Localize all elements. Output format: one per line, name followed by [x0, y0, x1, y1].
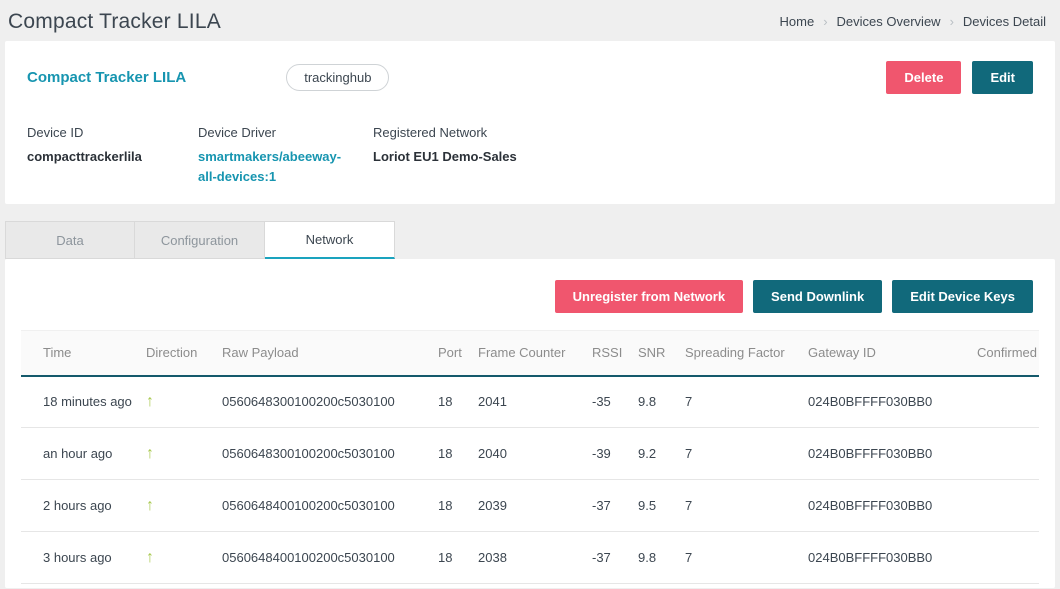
cell-confirmed	[955, 480, 1039, 532]
direction-up-icon: ↑	[146, 480, 222, 532]
cell-rssi: -39	[592, 428, 638, 480]
tab-bar: Data Configuration Network	[5, 221, 1055, 259]
chevron-right-icon: ›	[823, 14, 827, 29]
breadcrumb-devices-detail: Devices Detail	[963, 14, 1046, 29]
direction-up-icon: ↑	[146, 532, 222, 584]
page-title: Compact Tracker LILA	[8, 10, 221, 34]
table-row[interactable]: 2 hours ago ↑ 0560648400100200c5030100 1…	[21, 480, 1039, 532]
col-rssi: RSSI	[592, 331, 638, 376]
tab-configuration[interactable]: Configuration	[135, 221, 265, 259]
cell-gateway-id: 024B0BFFFF030BB0	[808, 480, 955, 532]
cell-time: 18 minutes ago	[21, 376, 146, 428]
cell-confirmed	[955, 532, 1039, 584]
edit-device-keys-button[interactable]: Edit Device Keys	[892, 280, 1033, 313]
network-panel: Unregister from Network Send Downlink Ed…	[5, 259, 1055, 588]
cell-frame-counter: 2040	[478, 428, 592, 480]
cell-time: 3 hours ago	[21, 532, 146, 584]
cell-port: 18	[438, 480, 478, 532]
breadcrumb-home[interactable]: Home	[780, 14, 815, 29]
cell-snr: 9.2	[638, 428, 685, 480]
device-driver-label: Device Driver	[198, 125, 373, 140]
cell-port: 18	[438, 532, 478, 584]
cell-port: 18	[438, 428, 478, 480]
cell-snr: 9.5	[638, 480, 685, 532]
cell-spreading-factor: 7	[685, 376, 808, 428]
cell-spreading-factor: 7	[685, 480, 808, 532]
topbar: Compact Tracker LILA Home › Devices Over…	[0, 0, 1060, 41]
direction-up-icon: ↑	[146, 428, 222, 480]
col-frame-counter: Frame Counter	[478, 331, 592, 376]
cell-rssi: -35	[592, 376, 638, 428]
col-direction: Direction	[146, 331, 222, 376]
device-driver-field: Device Driver smartmakers/abeeway-all-de…	[198, 125, 373, 187]
col-spreading-factor: Spreading Factor	[685, 331, 808, 376]
registered-network-value: Loriot EU1 Demo-Sales	[373, 147, 517, 167]
cell-snr: 9.8	[638, 376, 685, 428]
send-downlink-button[interactable]: Send Downlink	[753, 280, 882, 313]
cell-gateway-id: 024B0BFFFF030BB0	[808, 428, 955, 480]
registered-network-field: Registered Network Loriot EU1 Demo-Sales	[373, 125, 517, 187]
breadcrumb: Home › Devices Overview › Devices Detail	[780, 14, 1047, 29]
device-id-field: Device ID compacttrackerlila	[27, 125, 198, 187]
direction-up-icon: ↑	[146, 376, 222, 428]
device-id-value: compacttrackerlila	[27, 147, 198, 167]
tab-network[interactable]: Network	[265, 221, 395, 259]
col-time: Time	[21, 331, 146, 376]
cell-confirmed	[955, 428, 1039, 480]
col-snr: SNR	[638, 331, 685, 376]
cell-raw-payload: 0560648400100200c5030100	[222, 480, 438, 532]
device-summary-card: Compact Tracker LILA trackinghub Delete …	[5, 41, 1055, 204]
delete-button[interactable]: Delete	[886, 61, 961, 94]
col-gateway-id: Gateway ID	[808, 331, 955, 376]
cell-frame-counter: 2039	[478, 480, 592, 532]
table-row[interactable]: an hour ago ↑ 0560648300100200c5030100 1…	[21, 428, 1039, 480]
registered-network-label: Registered Network	[373, 125, 517, 140]
edit-button[interactable]: Edit	[972, 61, 1033, 94]
cell-time: an hour ago	[21, 428, 146, 480]
device-name: Compact Tracker LILA	[27, 69, 186, 86]
col-port: Port	[438, 331, 478, 376]
table-row[interactable]: 18 minutes ago ↑ 0560648300100200c503010…	[21, 376, 1039, 428]
breadcrumb-devices-overview[interactable]: Devices Overview	[837, 14, 941, 29]
device-driver-link[interactable]: smartmakers/abeeway-all-devices:1	[198, 147, 348, 187]
cell-rssi: -37	[592, 532, 638, 584]
cell-snr: 9.8	[638, 532, 685, 584]
unregister-from-network-button[interactable]: Unregister from Network	[555, 280, 743, 313]
cell-time: 2 hours ago	[21, 480, 146, 532]
col-raw-payload: Raw Payload	[222, 331, 438, 376]
cell-gateway-id: 024B0BFFFF030BB0	[808, 532, 955, 584]
cell-gateway-id: 024B0BFFFF030BB0	[808, 376, 955, 428]
cell-raw-payload: 0560648300100200c5030100	[222, 428, 438, 480]
cell-frame-counter: 2041	[478, 376, 592, 428]
chevron-right-icon: ›	[950, 14, 954, 29]
device-tag-chip: trackinghub	[286, 64, 389, 91]
cell-frame-counter: 2038	[478, 532, 592, 584]
cell-spreading-factor: 7	[685, 428, 808, 480]
cell-rssi: -37	[592, 480, 638, 532]
col-confirmed: Confirmed	[955, 331, 1039, 376]
cell-spreading-factor: 7	[685, 532, 808, 584]
tab-data[interactable]: Data	[5, 221, 135, 259]
table-header-row: Time Direction Raw Payload Port Frame Co…	[21, 331, 1039, 376]
network-actions: Unregister from Network Send Downlink Ed…	[5, 280, 1055, 313]
uplink-table: Time Direction Raw Payload Port Frame Co…	[21, 330, 1039, 584]
cell-confirmed	[955, 376, 1039, 428]
device-id-label: Device ID	[27, 125, 198, 140]
cell-port: 18	[438, 376, 478, 428]
cell-raw-payload: 0560648400100200c5030100	[222, 532, 438, 584]
cell-raw-payload: 0560648300100200c5030100	[222, 376, 438, 428]
table-row[interactable]: 3 hours ago ↑ 0560648400100200c5030100 1…	[21, 532, 1039, 584]
